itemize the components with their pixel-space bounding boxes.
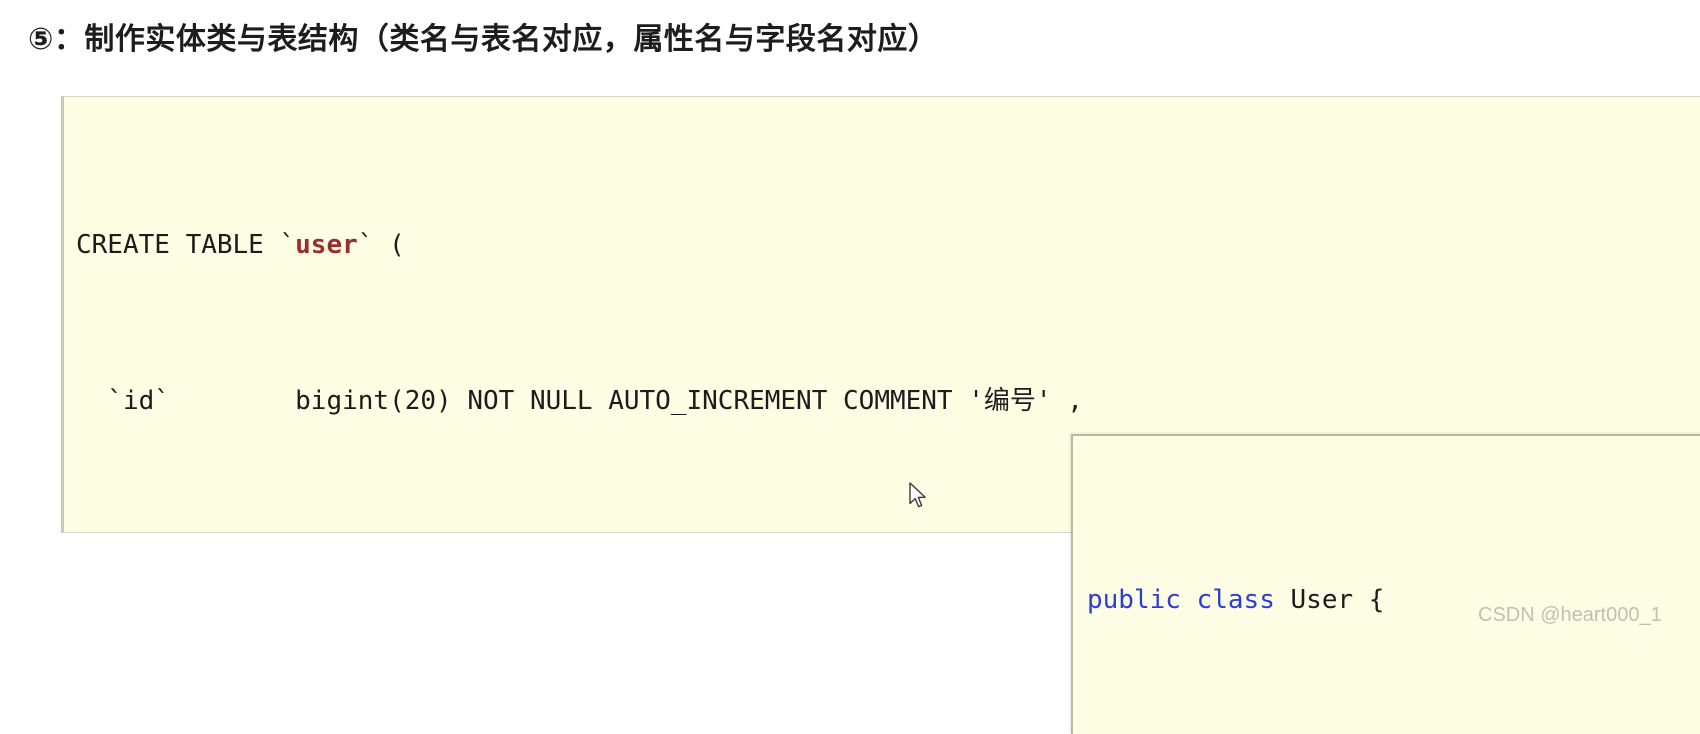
sql-create-prefix: CREATE TABLE ` [76, 230, 296, 260]
java-code-text: public class User { private Long id; pri… [1087, 458, 1525, 734]
java-keyword-public: public [1087, 585, 1181, 615]
java-code-panel: public class User { private Long id; pri… [1071, 434, 1700, 734]
sql-line-id: `id` bigint(20) NOT NULL AUTO_INCREMENT … [76, 386, 1083, 416]
java-keyword-class: class [1196, 585, 1275, 615]
sql-table-name: user [295, 230, 358, 260]
page-title: ⑤：制作实体类与表结构（类名与表名对应，属性名与字段名对应） [28, 23, 939, 56]
sql-line-create-table: CREATE TABLE `user` ( [76, 219, 1678, 271]
sql-create-suffix: ` ( [357, 230, 405, 260]
java-class-name: User { [1274, 585, 1385, 615]
java-line-class-decl: public class User { [1087, 572, 1525, 629]
